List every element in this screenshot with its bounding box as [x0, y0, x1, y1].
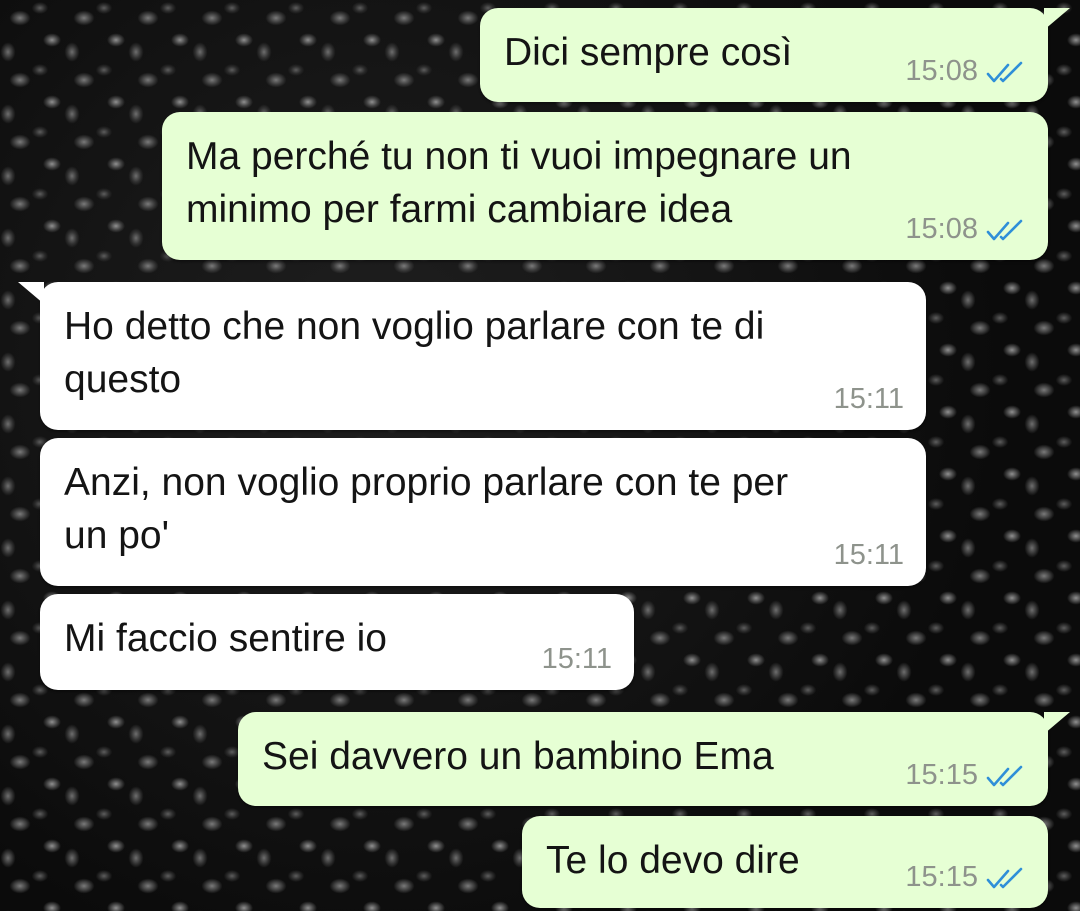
- message-text: Ma perché tu non ti vuoi impegnare un mi…: [186, 130, 852, 236]
- message-time: 15:11: [833, 539, 904, 571]
- double-check-read-icon: [986, 219, 1023, 240]
- message-line: Mi faccio sentire io: [64, 617, 387, 660]
- message-text: Te lo devo dire: [546, 834, 800, 887]
- double-check-read-icon: [986, 765, 1023, 786]
- double-check-read-icon: [986, 867, 1023, 888]
- message-line: questo: [64, 358, 182, 401]
- message-line: Te lo devo dire: [546, 839, 800, 882]
- message-time: 15:11: [833, 383, 904, 415]
- message-meta: 15:11: [834, 539, 904, 572]
- message-meta: 15:11: [542, 643, 612, 676]
- message-text: Dici sempre così: [504, 26, 792, 79]
- message-time: 15:08: [905, 213, 978, 245]
- message-line: Anzi, non voglio proprio parlare con te …: [64, 461, 789, 504]
- message-bubble-outgoing[interactable]: Sei davvero un bambino Ema 15:15: [238, 712, 1070, 806]
- message-bubble-outgoing[interactable]: Ma perché tu non ti vuoi impegnare un mi…: [162, 112, 1048, 260]
- message-text: Mi faccio sentire io: [64, 612, 387, 665]
- message-meta: 15:08: [905, 55, 1026, 88]
- message-bubble-outgoing[interactable]: Te lo devo dire 15:15: [522, 816, 1048, 908]
- message-bubble-incoming[interactable]: Anzi, non voglio proprio parlare con te …: [40, 438, 926, 586]
- message-text: Sei davvero un bambino Ema: [262, 730, 774, 783]
- message-meta: 15:15: [905, 759, 1026, 792]
- message-bubble-outgoing[interactable]: Dici sempre così 15:08: [480, 8, 1070, 102]
- message-text: Ho detto che non voglio parlare con te d…: [64, 300, 764, 406]
- message-time: 15:15: [905, 861, 978, 893]
- message-bubble-incoming[interactable]: Mi faccio sentire io 15:11: [40, 594, 634, 690]
- message-line: Ho detto che non voglio parlare con te d…: [64, 305, 765, 348]
- message-line: Ma perché tu non ti vuoi impegnare un: [186, 135, 852, 178]
- message-meta: 15:15: [905, 861, 1026, 894]
- message-time: 15:08: [905, 55, 978, 87]
- message-bubble-incoming[interactable]: Ho detto che non voglio parlare con te d…: [18, 282, 926, 430]
- message-meta: 15:08: [905, 213, 1026, 246]
- message-time: 15:15: [905, 759, 978, 791]
- double-check-read-icon: [986, 61, 1023, 82]
- message-line: un po': [64, 514, 170, 557]
- message-line: minimo per farmi cambiare idea: [186, 188, 733, 231]
- message-line: Sei davvero un bambino Ema: [262, 735, 774, 778]
- message-text: Anzi, non voglio proprio parlare con te …: [64, 456, 788, 562]
- message-meta: 15:11: [834, 383, 904, 416]
- message-time: 15:11: [541, 643, 612, 675]
- chat-area[interactable]: Dici sempre così 15:08 Ma perché tu non …: [0, 0, 1080, 911]
- message-line: Dici sempre così: [504, 31, 793, 74]
